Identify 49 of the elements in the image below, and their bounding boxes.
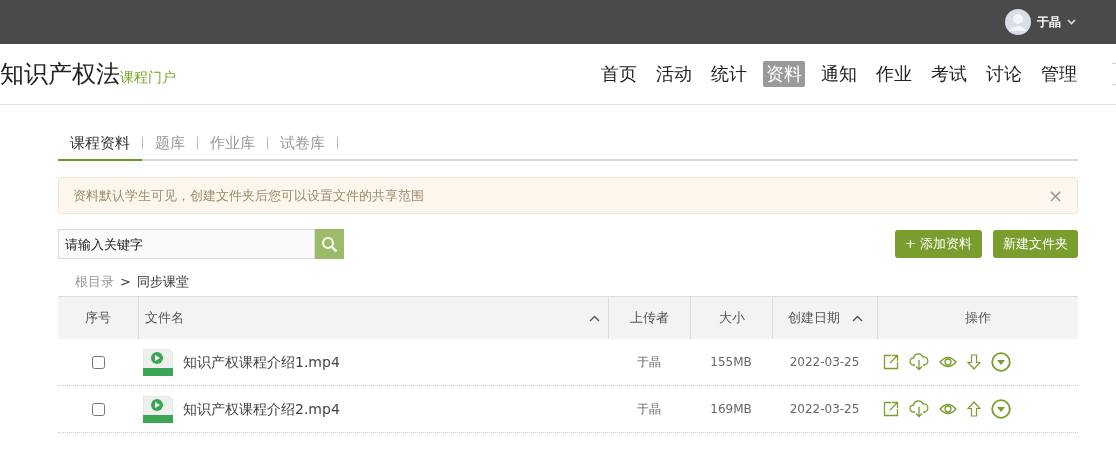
share-icon[interactable] xyxy=(883,354,899,370)
dropdown-icon[interactable] xyxy=(991,352,1011,372)
column-header[interactable]: 文件名 xyxy=(138,297,608,339)
date-cell-text: 2022-03-25 xyxy=(789,401,860,418)
uploader-cell-text: 于晶 xyxy=(637,401,661,418)
course-title: 知识产权法 xyxy=(0,62,120,86)
search-field[interactable]: 请输入关键字 xyxy=(58,229,315,259)
breadcrumb-link[interactable]: 同步课堂 xyxy=(136,272,189,292)
date-cell-text: 2022-03-25 xyxy=(789,354,860,371)
column-header: 上传者 xyxy=(608,297,690,339)
eye-icon[interactable] xyxy=(939,403,957,415)
dropdown-icon[interactable] xyxy=(991,399,1011,419)
share-icon[interactable] xyxy=(883,401,899,417)
nav-link[interactable]: 讨论 xyxy=(983,61,1025,87)
nav-link[interactable]: 活动 xyxy=(653,61,695,87)
search-button[interactable] xyxy=(315,229,344,259)
nav-link[interactable]: 首页 xyxy=(598,61,640,87)
uploader-cell-text: 于晶 xyxy=(637,354,661,371)
cloud-download-icon[interactable] xyxy=(909,400,929,418)
sort-icon[interactable] xyxy=(589,314,600,322)
nav-link[interactable]: 通知 xyxy=(818,61,860,87)
eye-icon[interactable] xyxy=(939,356,957,368)
column-header: 序号 xyxy=(84,309,112,328)
column-header: 大小 xyxy=(690,297,772,339)
tab[interactable]: 课程资料 xyxy=(58,127,142,161)
nav-link[interactable]: 管理 xyxy=(1038,61,1080,87)
cloud-download-icon[interactable] xyxy=(909,353,929,371)
user-name[interactable]: 于晶 xyxy=(1037,13,1061,31)
nav-link[interactable]: 统计 xyxy=(708,61,750,87)
nav-link[interactable]: 考试 xyxy=(928,61,970,87)
video-file-icon xyxy=(143,395,173,423)
file-name-link[interactable]: 知识产权课程介绍1.mp4 xyxy=(183,351,340,373)
avatar-icon[interactable] xyxy=(1005,9,1031,35)
size-cell-text: 155MB xyxy=(710,354,752,371)
breadcrumb-separator: > xyxy=(120,273,131,292)
size-cell-text: 169MB xyxy=(710,401,752,418)
caret-icon[interactable] xyxy=(1067,19,1076,25)
arrow-up-icon[interactable] xyxy=(967,401,981,417)
file-name-link[interactable]: 知识产权课程介绍2.mp4 xyxy=(183,398,340,420)
video-file-icon xyxy=(143,348,173,376)
nav-link[interactable]: 作业 xyxy=(873,61,915,87)
row-checkbox[interactable] xyxy=(91,355,105,369)
column-header: 操作 xyxy=(877,297,1078,339)
search-icon xyxy=(321,235,338,253)
notice-text: 资料默认学生可见，创建文件夹后您可以设置文件的共享范围 xyxy=(73,186,424,205)
sort-icon[interactable] xyxy=(851,314,863,322)
row-checkbox[interactable] xyxy=(91,402,105,416)
column-header[interactable]: 创建日期 xyxy=(772,297,877,339)
arrow-down-icon[interactable] xyxy=(967,354,981,370)
